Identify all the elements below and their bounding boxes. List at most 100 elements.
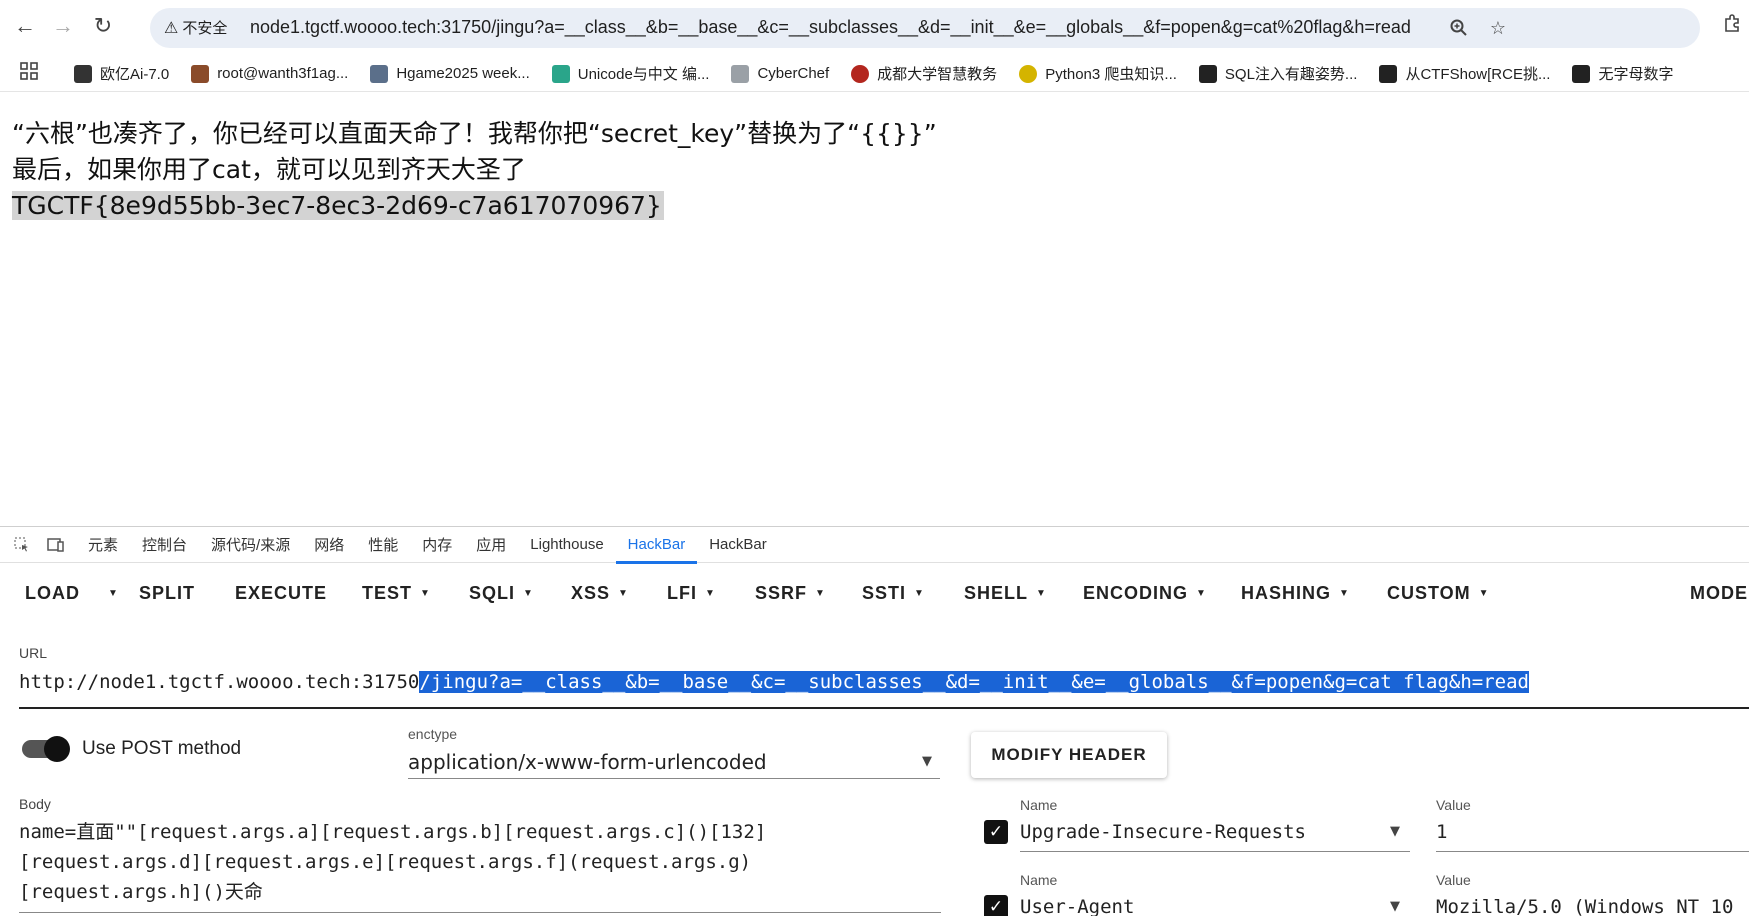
bookmark-label: 无字母数字 bbox=[1598, 66, 1674, 83]
header-row: ✓ Name User-Agent ▼ Value Mozilla/5.0 (Wi… bbox=[984, 865, 1749, 916]
toggle-switch[interactable] bbox=[22, 736, 70, 762]
enctype-select[interactable]: application/x-www-form-urlencoded ▼ bbox=[408, 745, 940, 779]
bookmark-item[interactable]: 成都大学智慧教务 bbox=[851, 63, 997, 84]
bookmark-item[interactable]: 欧亿Ai-7.0 bbox=[74, 63, 169, 84]
header-row: ✓ Name Upgrade-Insecure-Requests ▼ Value … bbox=[984, 790, 1749, 854]
load-dropdown-button[interactable]: ▼ bbox=[100, 588, 119, 599]
bookmark-favicon-icon bbox=[1379, 64, 1398, 83]
hackbar-toolbar: LOAD ▼ SPLIT EXECUTE TEST ▼ SQLI ▼ XSS ▼ LF… bbox=[0, 573, 1749, 613]
header-value-input[interactable]: Mozilla/5.0 (Windows NT 10 bbox=[1436, 891, 1749, 916]
url-field-label: URL bbox=[19, 645, 48, 661]
inspect-element-icon[interactable] bbox=[10, 533, 34, 557]
use-post-toggle[interactable]: Use POST method bbox=[22, 736, 242, 762]
caret-down-icon: ▼ bbox=[1390, 824, 1400, 839]
tab-performance[interactable]: 性能 bbox=[356, 527, 410, 563]
bookmark-label: SQL注入有趣姿势... bbox=[1224, 66, 1358, 83]
tab-application[interactable]: 应用 bbox=[464, 527, 518, 563]
reload-icon[interactable]: ↻ bbox=[86, 9, 120, 43]
tab-network[interactable]: 网络 bbox=[302, 527, 356, 563]
enctype-label: enctype bbox=[408, 726, 458, 742]
bookmark-label: 成都大学智慧教务 bbox=[877, 66, 998, 83]
flag-text: TGCTF{8e9d55bb-3ec7-8ec3-2d69-c7a6170709… bbox=[12, 191, 664, 220]
bookmark-item[interactable]: root@wanth3f1ag... bbox=[191, 64, 348, 83]
sqli-menu-button[interactable]: SQLI ▼ bbox=[469, 583, 534, 604]
load-button[interactable]: LOAD bbox=[25, 583, 80, 604]
bookmark-item[interactable]: Unicode与中文 编... bbox=[551, 63, 710, 84]
header-name-select[interactable]: Upgrade-Insecure-Requests ▼ bbox=[1020, 816, 1410, 852]
ssrf-menu-button[interactable]: SSRF ▼ bbox=[755, 583, 826, 604]
bookmark-favicon-icon bbox=[851, 64, 870, 83]
bookmark-label: Unicode与中文 编... bbox=[577, 66, 710, 83]
body-line: [request.args.d][request.args.e][request… bbox=[19, 851, 752, 873]
split-label: SPLIT bbox=[139, 582, 196, 603]
tab-memory[interactable]: 内存 bbox=[410, 527, 464, 563]
encoding-menu-button[interactable]: ENCODING ▼ bbox=[1083, 583, 1207, 604]
bookmark-item[interactable]: CyberChef bbox=[731, 64, 829, 83]
extensions-icon[interactable] bbox=[1722, 13, 1748, 39]
bookmark-item[interactable]: 无字母数字 bbox=[1572, 63, 1673, 84]
tab-elements[interactable]: 元素 bbox=[76, 527, 130, 563]
header-value-label: Value bbox=[1436, 872, 1471, 888]
header-name-select[interactable]: User-Agent ▼ bbox=[1020, 891, 1410, 916]
header-value-input[interactable]: 1 bbox=[1436, 816, 1749, 852]
caret-down-icon: ▼ bbox=[1196, 587, 1207, 599]
bookmark-favicon-icon bbox=[1572, 64, 1591, 83]
header-enabled-checkbox[interactable]: ✓ bbox=[984, 895, 1008, 916]
security-indicator[interactable]: ⚠ 不安全 bbox=[164, 17, 227, 38]
bookmark-label: Hgame2025 week... bbox=[396, 65, 530, 82]
zoom-icon[interactable] bbox=[1446, 15, 1472, 41]
caret-down-icon: ▼ bbox=[1036, 587, 1047, 599]
tab-hackbar[interactable]: HackBar bbox=[615, 527, 698, 564]
body-textarea[interactable]: name=直面""[request.args.a][request.args.b… bbox=[19, 817, 941, 913]
device-toolbar-icon[interactable] bbox=[44, 533, 68, 557]
xss-menu-button[interactable]: XSS ▼ bbox=[571, 583, 629, 604]
custom-label: CUSTOM bbox=[1387, 582, 1471, 603]
page-body: “六根”也凑齐了，你已经可以直面天命了！我帮你把“secret_key”替换为了… bbox=[12, 116, 937, 224]
bookmark-favicon-icon bbox=[1019, 64, 1038, 83]
tab-lighthouse[interactable]: Lighthouse bbox=[518, 527, 615, 563]
header-enabled-checkbox[interactable]: ✓ bbox=[984, 820, 1008, 844]
tab-console[interactable]: 控制台 bbox=[130, 527, 199, 563]
bookmark-item[interactable]: Hgame2025 week... bbox=[370, 64, 530, 83]
header-name-value: User-Agent bbox=[1020, 896, 1135, 916]
custom-menu-button[interactable]: CUSTOM ▼ bbox=[1387, 583, 1490, 604]
mode-button[interactable]: MODE bbox=[1690, 583, 1748, 604]
devtools-tabbar: 元素 控制台 源代码/来源 网络 性能 内存 应用 Lighthouse Hac… bbox=[0, 527, 1749, 564]
tab-sources[interactable]: 源代码/来源 bbox=[199, 527, 302, 563]
address-bar[interactable]: ⚠ 不安全 node1.tgctf.woooo.tech:31750/jingu… bbox=[150, 8, 1700, 48]
modify-header-button[interactable]: MODIFY HEADER bbox=[971, 732, 1167, 778]
lfi-label: LFI bbox=[667, 582, 697, 603]
caret-down-icon: ▼ bbox=[108, 587, 119, 599]
caret-down-icon: ▼ bbox=[1339, 587, 1350, 599]
bookmark-item[interactable]: 从CTFShow[RCE挑... bbox=[1379, 63, 1550, 84]
tab-hackbar-2[interactable]: HackBar bbox=[697, 527, 779, 563]
forward-arrow-icon[interactable]: → bbox=[46, 9, 80, 43]
enctype-value: application/x-www-form-urlencoded bbox=[408, 750, 767, 774]
apps-grid-icon[interactable] bbox=[20, 61, 48, 86]
header-name-value: Upgrade-Insecure-Requests bbox=[1020, 821, 1306, 843]
shell-menu-button[interactable]: SHELL ▼ bbox=[964, 583, 1047, 604]
ssti-menu-button[interactable]: SSTI ▼ bbox=[862, 583, 925, 604]
back-arrow-icon[interactable]: ← bbox=[8, 9, 42, 43]
address-url[interactable]: node1.tgctf.woooo.tech:31750/jingu?a=__c… bbox=[250, 17, 1411, 38]
browser-toolbar: ← → ↻ ⚠ 不安全 node1.tgctf.woooo.tech:31750… bbox=[0, 0, 1749, 50]
split-button[interactable]: SPLIT bbox=[139, 583, 195, 604]
body-field-label: Body bbox=[19, 796, 51, 812]
bookmark-favicon-icon bbox=[370, 64, 389, 83]
caret-down-icon: ▼ bbox=[705, 587, 716, 599]
hackbar-url-input[interactable]: http://node1.tgctf.woooo.tech:31750/jing… bbox=[19, 667, 1749, 709]
bookmark-favicon-icon bbox=[1198, 64, 1217, 83]
lfi-menu-button[interactable]: LFI ▼ bbox=[667, 583, 716, 604]
bookmark-item[interactable]: Python3 爬虫知识... bbox=[1019, 63, 1177, 84]
bookmark-favicon-icon bbox=[74, 64, 92, 83]
hashing-menu-button[interactable]: HASHING ▼ bbox=[1241, 583, 1350, 604]
caret-down-icon: ▼ bbox=[420, 587, 431, 599]
execute-button[interactable]: EXECUTE bbox=[235, 583, 327, 604]
bookmark-star-icon[interactable]: ☆ bbox=[1485, 15, 1511, 41]
load-label: LOAD bbox=[25, 582, 80, 603]
caret-down-icon: ▼ bbox=[1478, 587, 1490, 599]
bookmark-item[interactable]: SQL注入有趣姿势... bbox=[1198, 63, 1358, 84]
header-name-label: Name bbox=[1020, 797, 1058, 813]
use-post-label: Use POST method bbox=[82, 738, 242, 759]
test-menu-button[interactable]: TEST ▼ bbox=[362, 583, 431, 604]
